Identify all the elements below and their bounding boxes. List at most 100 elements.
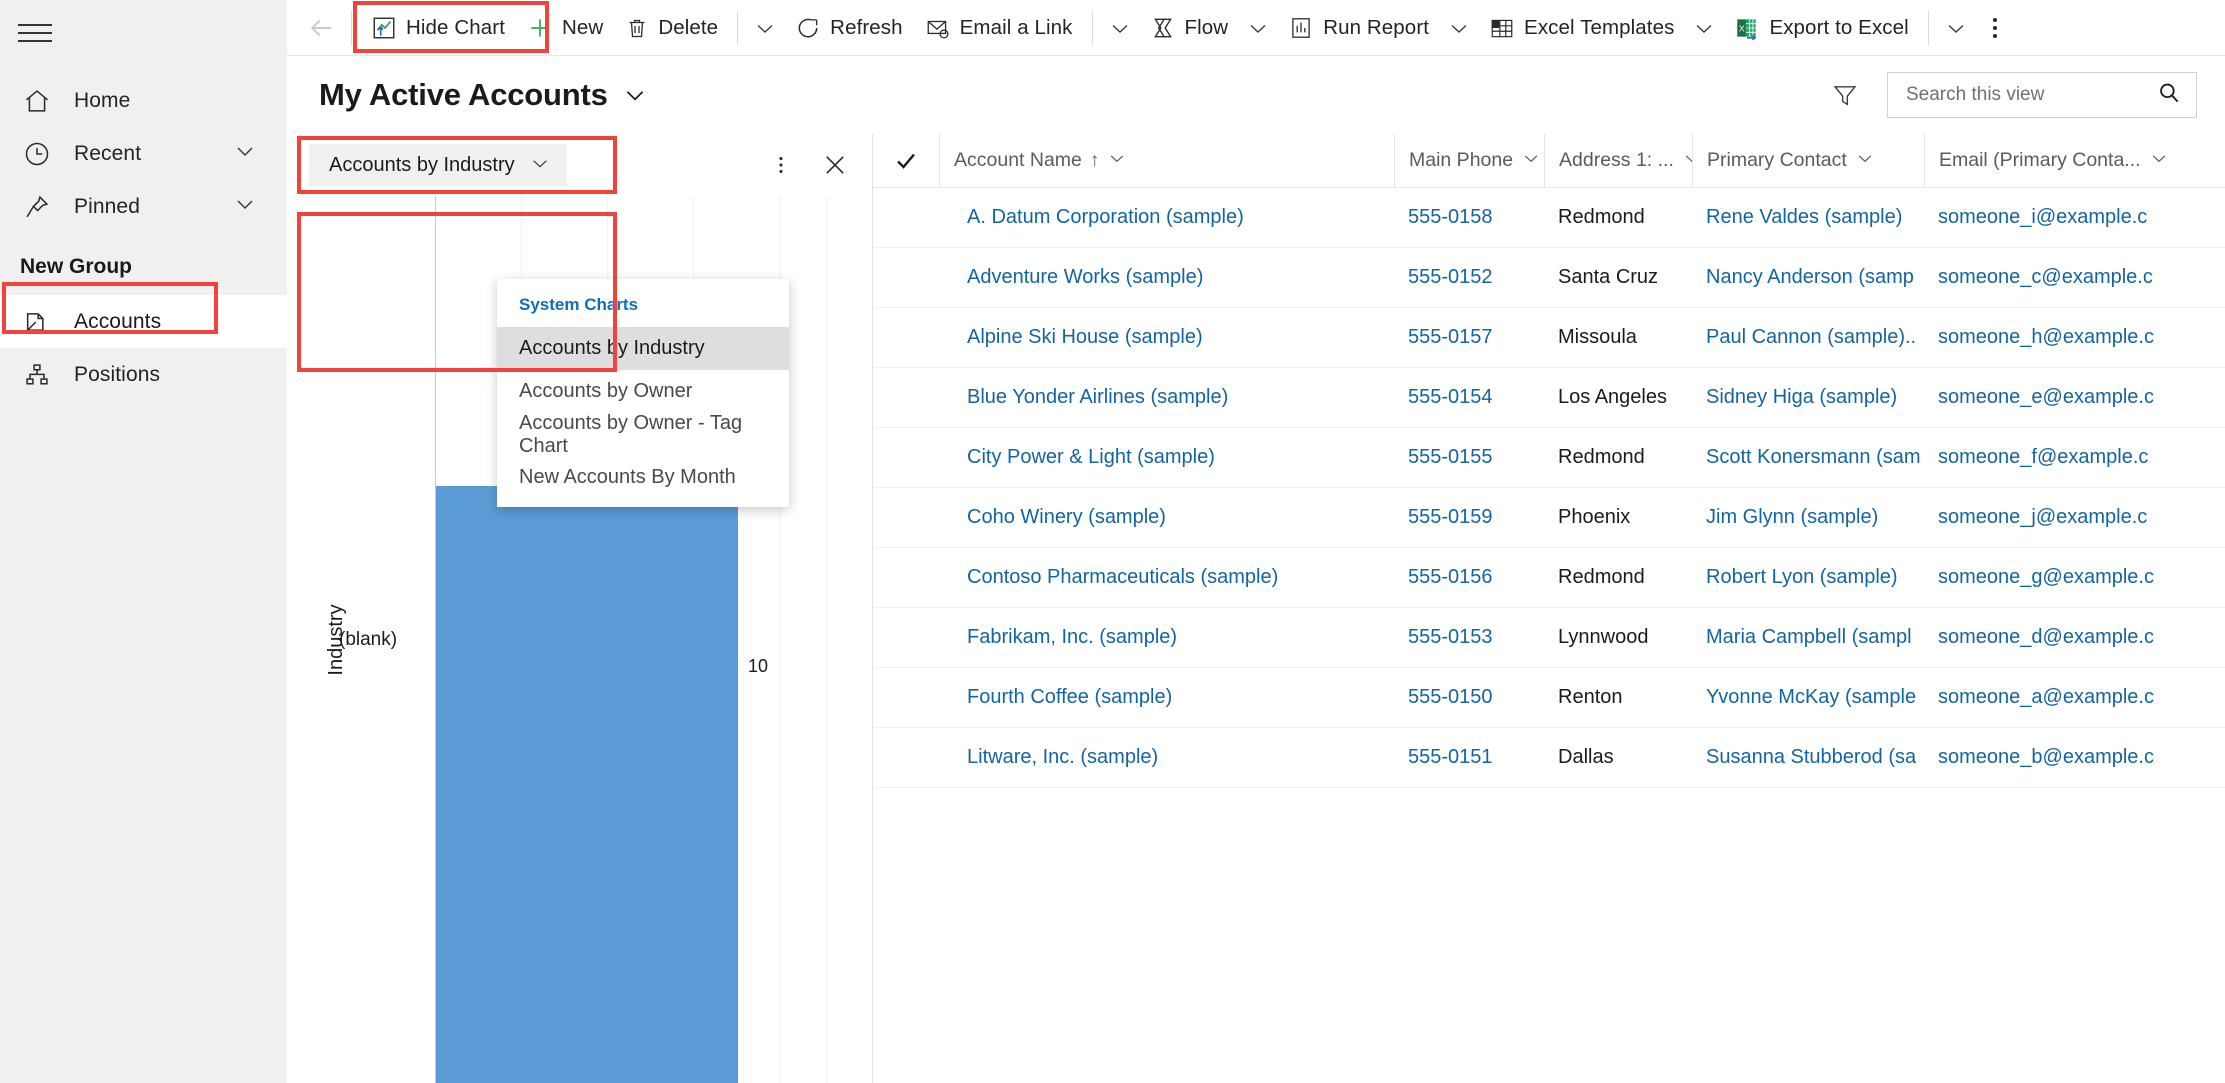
column-header-primary-contact[interactable]: Primary Contact (1692, 134, 1924, 188)
sidebar-item-accounts[interactable]: Accounts (0, 295, 287, 348)
search-box[interactable] (1887, 72, 2197, 118)
more-options-icon[interactable] (1975, 6, 2015, 50)
filter-icon[interactable] (1829, 79, 1861, 111)
chart-more-icon[interactable] (764, 148, 798, 182)
cell-main-phone[interactable]: 555-0155 (1394, 428, 1544, 488)
cell-main-phone[interactable]: 555-0157 (1394, 308, 1544, 368)
cell-main-phone[interactable]: 555-0150 (1394, 668, 1544, 728)
chevron-down-icon[interactable] (1682, 148, 1692, 174)
table-row[interactable]: Litware, Inc. (sample) 555-0151 Dallas Susa… (873, 728, 2225, 788)
table-row[interactable]: Fourth Coffee (sample) 555-0150 Renton Yvon… (873, 668, 2225, 728)
refresh-button[interactable]: Refresh (784, 6, 913, 50)
cell-account-name[interactable]: Contoso Pharmaceuticals (sample) (939, 548, 1394, 608)
cell-email[interactable]: someone_b@example.c (1924, 728, 2224, 788)
phone-link[interactable]: 555-0158 (1408, 206, 1493, 229)
account-name-link[interactable]: Adventure Works (sample) (967, 266, 1203, 289)
chart-menu-item-accounts-by-owner[interactable]: Accounts by Owner (497, 370, 789, 413)
cell-email[interactable]: someone_c@example.c (1924, 248, 2224, 308)
row-checkbox[interactable] (873, 428, 939, 488)
row-checkbox[interactable] (873, 608, 939, 668)
chevron-down-icon[interactable] (1855, 148, 1875, 174)
phone-link[interactable]: 555-0154 (1408, 386, 1493, 409)
table-row[interactable]: Blue Yonder Airlines (sample) 555-0154 Los… (873, 368, 2225, 428)
contact-link[interactable]: Nancy Anderson (samp (1706, 266, 1914, 289)
cell-email[interactable]: someone_j@example.c (1924, 488, 2224, 548)
row-checkbox[interactable] (873, 368, 939, 428)
table-row[interactable]: Alpine Ski House (sample) 555-0157 Missoul… (873, 308, 2225, 368)
account-name-link[interactable]: Blue Yonder Airlines (sample) (967, 386, 1228, 409)
row-checkbox[interactable] (873, 728, 939, 788)
phone-link[interactable]: 555-0155 (1408, 446, 1493, 469)
contact-link[interactable]: Paul Cannon (sample).. (1706, 326, 1916, 349)
chart-menu-item-accounts-by-industry[interactable]: Accounts by Industry (497, 327, 789, 370)
sidebar-item-positions[interactable]: Positions (0, 348, 287, 401)
excel-templates-button[interactable]: X Excel Templates (1478, 6, 1685, 50)
contact-link[interactable]: Scott Konersmann (sam (1706, 446, 1921, 469)
column-header-address-1[interactable]: Address 1: ... (1544, 134, 1692, 188)
account-name-link[interactable]: Litware, Inc. (sample) (967, 746, 1158, 769)
phone-link[interactable]: 555-0151 (1408, 746, 1493, 769)
cell-main-phone[interactable]: 555-0156 (1394, 548, 1544, 608)
chevron-down-icon[interactable] (2149, 148, 2169, 174)
cell-main-phone[interactable]: 555-0159 (1394, 488, 1544, 548)
chevron-down-icon[interactable] (1107, 148, 1127, 174)
email-link[interactable]: someone_h@example.c (1938, 326, 2154, 349)
cell-account-name[interactable]: Adventure Works (sample) (939, 248, 1394, 308)
hamburger-icon[interactable] (18, 18, 56, 48)
run-report-button[interactable]: Run Report (1277, 6, 1440, 50)
email-a-link-button[interactable]: Email a Link (914, 6, 1084, 50)
chart-bar[interactable] (436, 486, 738, 1083)
search-icon[interactable] (2156, 80, 2182, 111)
cell-primary-contact[interactable]: Scott Konersmann (sam (1692, 428, 1924, 488)
column-header-main-phone[interactable]: Main Phone (1394, 134, 1544, 188)
phone-link[interactable]: 555-0153 (1408, 626, 1493, 649)
excel-templates-chevron-down-icon[interactable] (1685, 6, 1723, 50)
flow-chevron-down-icon[interactable] (1239, 6, 1277, 50)
delete-button[interactable]: Delete (614, 6, 729, 50)
export-to-excel-button[interactable]: X Export to Excel (1723, 6, 1919, 50)
chevron-down-icon[interactable] (233, 192, 257, 221)
account-name-link[interactable]: Fourth Coffee (sample) (967, 686, 1172, 709)
contact-link[interactable]: Yvonne McKay (sample (1706, 686, 1916, 709)
email-link[interactable]: someone_f@example.c (1938, 446, 2148, 469)
cell-primary-contact[interactable]: Rene Valdes (sample) (1692, 188, 1924, 248)
back-arrow-icon[interactable] (299, 6, 343, 50)
row-checkbox[interactable] (873, 548, 939, 608)
phone-link[interactable]: 555-0157 (1408, 326, 1493, 349)
contact-link[interactable]: Jim Glynn (sample) (1706, 506, 1878, 529)
email-link[interactable]: someone_c@example.c (1938, 266, 2153, 289)
delete-chevron-down-icon[interactable] (746, 6, 784, 50)
cell-email[interactable]: someone_d@example.c (1924, 608, 2224, 668)
email-link[interactable]: someone_d@example.c (1938, 626, 2154, 649)
cell-primary-contact[interactable]: Maria Campbell (sampl (1692, 608, 1924, 668)
cell-main-phone[interactable]: 555-0158 (1394, 188, 1544, 248)
cell-account-name[interactable]: A. Datum Corporation (sample) (939, 188, 1394, 248)
cell-email[interactable]: someone_f@example.c (1924, 428, 2224, 488)
cell-email[interactable]: someone_a@example.c (1924, 668, 2224, 728)
cell-account-name[interactable]: Fabrikam, Inc. (sample) (939, 608, 1394, 668)
table-row[interactable]: A. Datum Corporation (sample) 555-0158 Red… (873, 188, 2225, 248)
cell-primary-contact[interactable]: Paul Cannon (sample).. (1692, 308, 1924, 368)
account-name-link[interactable]: City Power & Light (sample) (967, 446, 1215, 469)
row-checkbox[interactable] (873, 488, 939, 548)
table-row[interactable]: Contoso Pharmaceuticals (sample) 555-0156… (873, 548, 2225, 608)
cell-account-name[interactable]: Coho Winery (sample) (939, 488, 1394, 548)
email-link[interactable]: someone_e@example.c (1938, 386, 2154, 409)
sidebar-item-home[interactable]: Home (0, 74, 287, 127)
phone-link[interactable]: 555-0150 (1408, 686, 1493, 709)
phone-link[interactable]: 555-0152 (1408, 266, 1493, 289)
chevron-down-icon[interactable] (1521, 148, 1541, 174)
row-checkbox[interactable] (873, 188, 939, 248)
table-row[interactable]: City Power & Light (sample) 555-0155 Redmo… (873, 428, 2225, 488)
new-button[interactable]: New (516, 6, 614, 50)
run-report-chevron-down-icon[interactable] (1440, 6, 1478, 50)
email-link[interactable]: someone_a@example.c (1938, 686, 2154, 709)
contact-link[interactable]: Robert Lyon (sample) (1706, 566, 1898, 589)
row-checkbox[interactable] (873, 308, 939, 368)
cell-main-phone[interactable]: 555-0152 (1394, 248, 1544, 308)
row-checkbox[interactable] (873, 668, 939, 728)
sidebar-item-recent[interactable]: Recent (0, 127, 287, 180)
account-name-link[interactable]: A. Datum Corporation (sample) (967, 206, 1244, 229)
contact-link[interactable]: Susanna Stubberod (sa (1706, 746, 1916, 769)
column-header-account-name[interactable]: Account Name ↑ (939, 134, 1394, 188)
